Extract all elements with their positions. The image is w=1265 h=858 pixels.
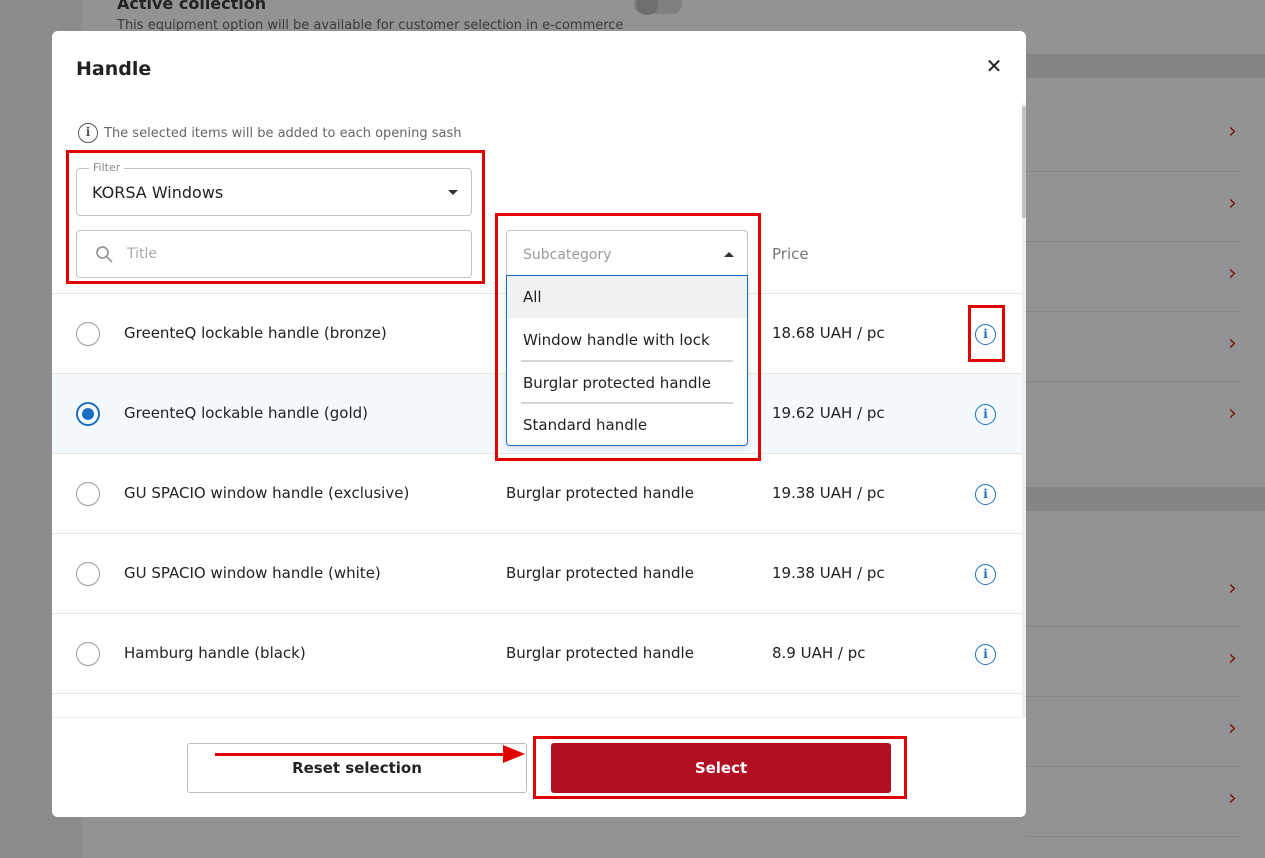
chevron-right-icon: › bbox=[1228, 119, 1237, 144]
dropdown-option-burglar-protected-handle[interactable]: Burglar protected handle bbox=[507, 362, 747, 404]
filter-value: KORSA Windows bbox=[92, 183, 224, 202]
info-note-text: The selected items will be added to each… bbox=[104, 125, 462, 141]
background-row bbox=[1026, 555, 1240, 627]
filter-select[interactable]: Filter KORSA Windows bbox=[76, 161, 472, 216]
info-icon[interactable]: i bbox=[975, 644, 996, 665]
chevron-right-icon: › bbox=[1228, 576, 1237, 601]
info-icon[interactable]: i bbox=[975, 404, 996, 425]
background-row bbox=[1026, 172, 1240, 242]
search-icon bbox=[96, 246, 113, 263]
row-name: Hamburg handle (black) bbox=[124, 644, 306, 662]
dropdown-option-all[interactable]: All bbox=[507, 276, 747, 318]
title-search-input[interactable] bbox=[127, 241, 447, 267]
title-search-field[interactable] bbox=[76, 230, 472, 278]
chevron-right-icon: › bbox=[1228, 261, 1237, 286]
dropdown-option-standard-handle[interactable]: Standard handle bbox=[507, 404, 747, 446]
modal-title: Handle bbox=[76, 58, 152, 80]
select-button[interactable]: Select bbox=[551, 743, 891, 793]
chevron-right-icon: › bbox=[1228, 716, 1237, 741]
row-price: 19.38 UAH / pc bbox=[772, 484, 885, 502]
close-button[interactable]: ✕ bbox=[982, 53, 1006, 79]
caret-up-icon bbox=[724, 252, 734, 257]
info-icon[interactable]: i bbox=[975, 484, 996, 505]
dropdown-option-window-handle-with-lock[interactable]: Window handle with lock bbox=[507, 319, 747, 361]
background-row bbox=[1026, 312, 1240, 382]
table-row[interactable]: GU SPACIO window handle (white) Burglar … bbox=[52, 533, 1022, 613]
annotation-arrow-head bbox=[503, 745, 525, 763]
row-subcategory: Burglar protected handle bbox=[506, 644, 694, 662]
background-band bbox=[1026, 54, 1265, 78]
subcategory-dropdown: All Window handle with lock Burglar prot… bbox=[506, 275, 748, 446]
row-price: 19.38 UAH / pc bbox=[772, 564, 885, 582]
table-row[interactable]: Hamburg handle (black) Burglar protected… bbox=[52, 613, 1022, 693]
scrollbar-thumb[interactable] bbox=[1022, 106, 1026, 218]
row-price: 19.62 UAH / pc bbox=[772, 404, 885, 422]
reset-selection-button[interactable]: Reset selection bbox=[187, 743, 527, 793]
chevron-right-icon: › bbox=[1228, 786, 1237, 811]
chevron-right-icon: › bbox=[1228, 401, 1237, 426]
info-icon[interactable]: i bbox=[975, 324, 996, 345]
background-row bbox=[1026, 242, 1240, 312]
info-note: i The selected items will be added to ea… bbox=[78, 123, 462, 143]
chevron-right-icon: › bbox=[1228, 331, 1237, 356]
row-radio[interactable] bbox=[76, 402, 100, 426]
row-subcategory: Burglar protected handle bbox=[506, 484, 694, 502]
handle-modal: Handle ✕ i The selected items will be ad… bbox=[52, 31, 1026, 817]
subcategory-select[interactable]: Subcategory bbox=[506, 230, 748, 276]
row-price: 8.9 UAH / pc bbox=[772, 644, 866, 662]
filter-legend: Filter bbox=[89, 161, 125, 174]
row-radio[interactable] bbox=[76, 482, 100, 506]
table-row[interactable]: GU SPACIO window handle (exclusive) Burg… bbox=[52, 453, 1022, 533]
background-row bbox=[1026, 98, 1240, 172]
background-row bbox=[1026, 627, 1240, 697]
chevron-right-icon: › bbox=[1228, 646, 1237, 671]
row-subcategory: Burglar protected handle bbox=[506, 564, 694, 582]
row-radio[interactable] bbox=[76, 562, 100, 586]
background-title: Active collection bbox=[117, 0, 267, 13]
background-row bbox=[1026, 697, 1240, 767]
row-name: GU SPACIO window handle (exclusive) bbox=[124, 484, 410, 502]
annotation-arrow-line bbox=[215, 753, 505, 756]
info-icon[interactable]: i bbox=[975, 564, 996, 585]
background-band bbox=[1026, 487, 1265, 511]
row-name: GU SPACIO window handle (white) bbox=[124, 564, 381, 582]
price-column-header: Price bbox=[772, 245, 809, 263]
row-name: GreenteQ lockable handle (gold) bbox=[124, 404, 368, 422]
info-icon: i bbox=[78, 123, 98, 143]
row-radio[interactable] bbox=[76, 642, 100, 666]
background-row bbox=[1026, 767, 1240, 837]
row-radio[interactable] bbox=[76, 322, 100, 346]
chevron-right-icon: › bbox=[1228, 191, 1237, 216]
subcategory-placeholder: Subcategory bbox=[523, 247, 612, 263]
caret-down-icon bbox=[448, 190, 458, 195]
row-price: 18.68 UAH / pc bbox=[772, 324, 885, 342]
row-name: GreenteQ lockable handle (bronze) bbox=[124, 324, 387, 342]
